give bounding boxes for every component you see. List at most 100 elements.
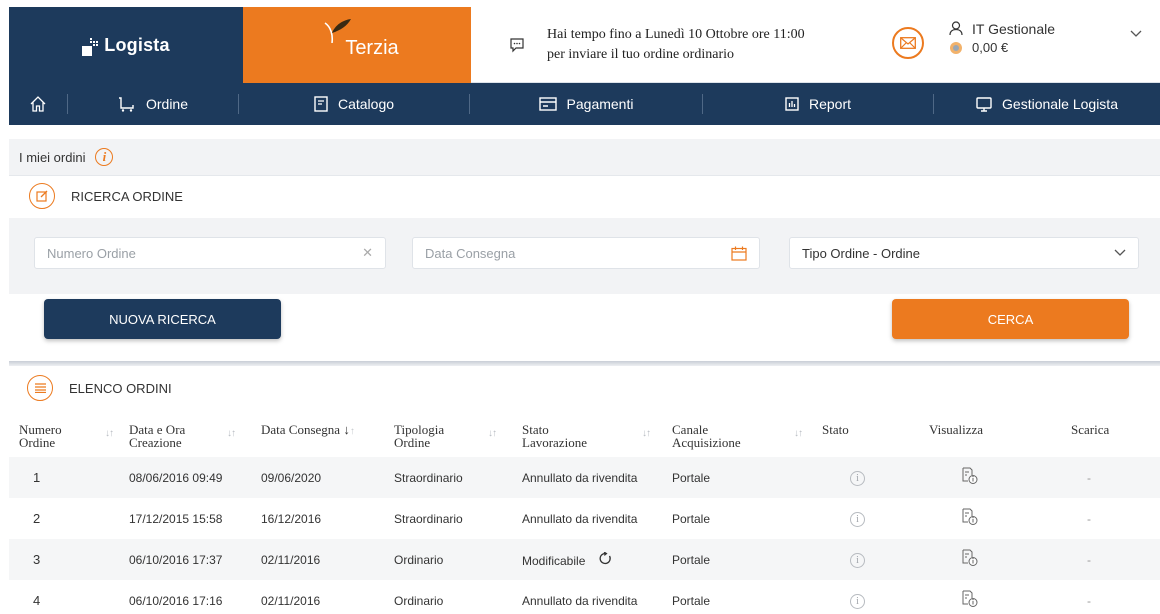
messages-button[interactable]: [892, 27, 924, 59]
delivery-date: 02/11/2016: [261, 593, 321, 608]
cart-icon: [118, 97, 134, 112]
notice-line-1: Hai tempo fino a Lunedì 10 Ottobre ore 1…: [547, 26, 805, 42]
home-button[interactable]: [9, 83, 67, 125]
user-name: IT Gestionale: [972, 20, 1056, 37]
work-status: Annullato da rivendita: [522, 593, 638, 608]
user-icon: [948, 21, 964, 36]
nav-ordine[interactable]: Ordine: [68, 83, 238, 125]
channel: Portale: [672, 552, 711, 567]
nav-pagamenti-label: Pagamenti: [566, 96, 634, 112]
logista-logo[interactable]: Logista: [9, 7, 243, 83]
new-search-button[interactable]: NUOVA RICERCA: [44, 299, 281, 339]
nav-gestionale-label: Gestionale Logista: [1002, 96, 1118, 112]
chevron-down-icon[interactable]: [1130, 30, 1142, 38]
table-row[interactable]: 1 08/06/2016 09:49 09/06/2020 Straordina…: [9, 457, 1160, 498]
view-document-icon[interactable]: [961, 549, 979, 570]
col-visualizza: Visualizza: [929, 422, 984, 437]
mail-icon: [900, 37, 916, 49]
edit-icon: [29, 183, 55, 209]
catalog-icon: [314, 96, 328, 112]
channel: Portale: [672, 511, 711, 526]
download-cell[interactable]: -: [1049, 498, 1160, 539]
chart-icon: [785, 97, 799, 111]
nav-report[interactable]: Report: [703, 83, 933, 125]
table-row[interactable]: 4 06/10/2016 17:16 02/11/2016 Ordinario …: [9, 580, 1160, 614]
sort-icon[interactable]: ↓↑: [105, 427, 114, 440]
search-section-header: RICERCA ORDINE: [9, 176, 1160, 216]
calendar-icon[interactable]: [731, 246, 747, 261]
status-info-icon[interactable]: i: [850, 470, 865, 486]
order-type-select[interactable]: Tipo Ordine - Ordine: [789, 237, 1139, 269]
status-cell: i: [822, 498, 917, 539]
delivery-date: 16/12/2016: [261, 511, 322, 526]
col-stato[interactable]: Stato: [822, 415, 917, 457]
search-button[interactable]: CERCA: [892, 299, 1129, 339]
status-info-icon[interactable]: i: [850, 593, 865, 609]
orders-panel: ELENCO ORDINI Numero Ordine ↓↑ Data e Ora C…: [9, 368, 1160, 614]
status-cell: i: [822, 457, 917, 498]
view-cell: [917, 498, 1049, 539]
sort-icon[interactable]: ↓↑: [227, 427, 236, 440]
home-icon: [30, 96, 46, 112]
download-cell[interactable]: -: [1049, 539, 1160, 580]
table-row[interactable]: 2 17/12/2015 15:58 16/12/2016 Straordina…: [9, 498, 1160, 539]
sort-icon[interactable]: ↑: [350, 426, 355, 437]
sort-icon[interactable]: ↓↑: [488, 427, 497, 440]
order-number: 3: [33, 552, 41, 567]
status-info-icon[interactable]: i: [850, 511, 865, 527]
col-tipologia[interactable]: Tipologia Ordine ↓↑: [394, 415, 522, 457]
list-icon: [27, 375, 53, 401]
order-type: Straordinario: [394, 511, 463, 526]
download-cell[interactable]: -: [1049, 580, 1160, 614]
created-datetime: 17/12/2015 15:58: [129, 511, 223, 526]
nav-pagamenti[interactable]: Pagamenti: [470, 83, 702, 125]
status-cell: i: [822, 580, 917, 614]
col-scarica: Scarica: [1071, 422, 1110, 437]
terzia-logo[interactable]: Terzia: [243, 7, 471, 83]
chat-icon: [510, 37, 524, 52]
user-menu[interactable]: IT Gestionale 0,00 €: [948, 19, 1148, 57]
order-number-placeholder: Numero Ordine: [47, 245, 136, 261]
sort-icon[interactable]: ↓↑: [642, 427, 651, 440]
order-number: 2: [33, 511, 41, 526]
table-row[interactable]: 3 06/10/2016 17:37 02/11/2016 Ordinario …: [9, 539, 1160, 580]
view-cell: [917, 457, 1049, 498]
view-cell: [917, 539, 1049, 580]
delivery-date-input[interactable]: Data Consegna: [412, 237, 760, 269]
nav-report-label: Report: [808, 96, 852, 112]
table-header-row: Numero Ordine ↓↑ Data e Ora Creazione ↓↑ Dat…: [9, 415, 1160, 457]
order-type-value: Tipo Ordine - Ordine: [802, 245, 921, 261]
filters-row: Numero Ordine ✕ Data Consegna Tipo Ordin…: [9, 218, 1160, 294]
refresh-icon[interactable]: [599, 550, 612, 568]
order-number-input[interactable]: Numero Ordine ✕: [34, 237, 386, 269]
channel: Portale: [672, 593, 711, 608]
nav-catalogo[interactable]: Catalogo: [239, 83, 469, 125]
col-data-consegna[interactable]: Data Consegna ↓↑: [261, 415, 394, 457]
sort-icon[interactable]: ↓↑: [794, 427, 803, 440]
leaf-icon: [324, 19, 351, 43]
col-canale[interactable]: Canale Acquisizione ↓↑: [672, 415, 822, 457]
logista-mark-icon: [82, 38, 100, 56]
info-icon[interactable]: i: [95, 148, 114, 166]
deadline-notice: Hai tempo fino a Lunedì 10 Ottobre ore 1…: [471, 7, 883, 82]
balance-value: 0,00 €: [972, 40, 1009, 55]
nav-ordine-label: Ordine: [145, 96, 189, 112]
nav-gestionale[interactable]: Gestionale Logista: [934, 83, 1160, 125]
clear-icon[interactable]: ✕: [362, 245, 373, 261]
view-document-icon[interactable]: [961, 467, 979, 488]
order-type: Ordinario: [394, 593, 444, 608]
breadcrumb: I miei ordini i: [9, 139, 1160, 175]
view-cell: [917, 580, 1049, 614]
page-title: I miei ordini: [19, 149, 86, 165]
divider: [9, 361, 1160, 366]
col-stato-lavorazione[interactable]: Stato Lavorazione ↓↑: [522, 415, 672, 457]
orders-section-header: ELENCO ORDINI: [9, 368, 1160, 408]
channel: Portale: [672, 470, 711, 485]
download-cell[interactable]: -: [1049, 457, 1160, 498]
view-document-icon[interactable]: [961, 508, 979, 529]
status-info-icon[interactable]: i: [850, 552, 865, 568]
view-document-icon[interactable]: [961, 590, 979, 611]
created-datetime: 06/10/2016 17:16: [129, 593, 223, 608]
col-data-creazione[interactable]: Data e Ora Creazione ↓↑: [129, 415, 261, 457]
col-numero-ordine[interactable]: Numero Ordine ↓↑: [9, 415, 129, 457]
